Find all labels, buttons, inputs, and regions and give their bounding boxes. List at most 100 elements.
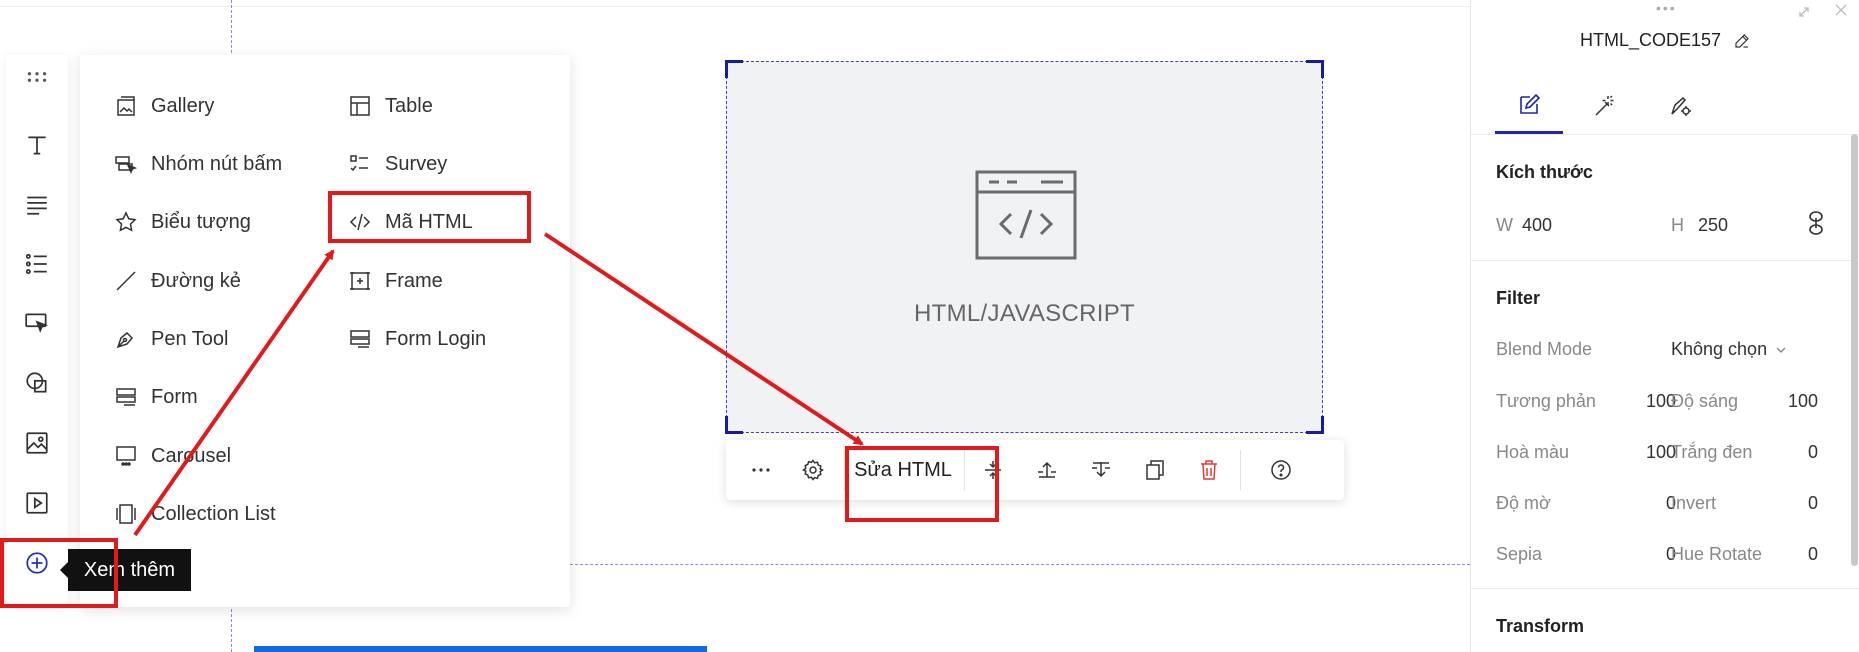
contrast-input[interactable]: 100 bbox=[1636, 391, 1676, 412]
menu-item-carousel[interactable]: Carousel bbox=[114, 439, 231, 473]
hue-rotate-input[interactable]: 0 bbox=[1778, 544, 1818, 565]
help-icon[interactable] bbox=[1258, 440, 1304, 500]
saturate-input[interactable]: 100 bbox=[1636, 442, 1676, 463]
highlight-edit-html bbox=[845, 446, 999, 522]
contrast-label: Tương phản bbox=[1496, 391, 1596, 411]
panel-scrollbar[interactable] bbox=[1851, 134, 1858, 566]
resize-handle-top-left[interactable] bbox=[725, 60, 743, 78]
tab-design[interactable] bbox=[1495, 78, 1563, 134]
magic-wand-icon bbox=[1595, 95, 1614, 116]
shape-tool-icon[interactable] bbox=[6, 361, 68, 405]
menu-item-pen-tool[interactable]: Pen Tool bbox=[114, 322, 228, 356]
html-element[interactable]: HTML/JAVASCRIPT bbox=[725, 60, 1324, 434]
table-icon bbox=[350, 96, 370, 116]
blend-mode-value: Không chọn bbox=[1671, 339, 1768, 359]
delete-trash-icon[interactable] bbox=[1186, 440, 1232, 500]
frame-icon bbox=[350, 272, 370, 290]
sepia-label: Sepia bbox=[1496, 544, 1543, 564]
form-icon bbox=[116, 388, 136, 406]
star-icon bbox=[115, 211, 137, 232]
width-label: W bbox=[1496, 215, 1513, 235]
blend-mode-select[interactable]: Không chọn bbox=[1671, 339, 1787, 360]
properties-panel: ••• HTML_CODE157 Kích thước W 400 H 250 … bbox=[1470, 0, 1859, 652]
brightness-input[interactable]: 100 bbox=[1778, 391, 1818, 412]
width-input[interactable]: 400 bbox=[1522, 215, 1552, 236]
canvas-blue-element[interactable] bbox=[254, 646, 707, 652]
code-window-icon bbox=[975, 170, 1077, 260]
saturate-label: Hoà màu bbox=[1496, 442, 1570, 462]
element-name: HTML_CODE157 bbox=[1579, 30, 1722, 50]
button-group-icon bbox=[115, 156, 138, 175]
canvas-guide-horizontal bbox=[540, 564, 1470, 565]
highlight-html-code-item bbox=[328, 191, 531, 243]
more-options-icon[interactable] bbox=[738, 440, 784, 500]
panel-drag-dots-icon[interactable]: ••• bbox=[1656, 1, 1677, 15]
button-tool-icon[interactable] bbox=[6, 301, 68, 345]
pen-tool-icon bbox=[116, 331, 134, 349]
survey-icon bbox=[350, 155, 368, 172]
video-tool-icon[interactable] bbox=[6, 481, 68, 525]
tab-advanced[interactable] bbox=[1647, 78, 1715, 134]
list-tool-icon[interactable] bbox=[6, 242, 68, 286]
more-elements-menu: Gallery Nhóm nút bấm Biểu tượng Đường kẻ… bbox=[80, 55, 570, 607]
invert-label: Invert bbox=[1671, 493, 1717, 513]
carousel-icon bbox=[116, 446, 136, 466]
panel-window-controls-icon[interactable] bbox=[1796, 2, 1856, 20]
link-ratio-icon[interactable] bbox=[1805, 210, 1827, 236]
html-element-label: HTML/JAVASCRIPT bbox=[914, 300, 1135, 327]
menu-item-survey[interactable]: Survey bbox=[348, 147, 447, 181]
settings-pen-icon bbox=[1671, 96, 1691, 116]
panel-divider bbox=[1471, 588, 1859, 589]
grayscale-input[interactable]: 0 bbox=[1778, 442, 1818, 463]
left-toolbar bbox=[6, 55, 68, 605]
menu-item-collection-list[interactable]: Collection List bbox=[114, 497, 276, 531]
menu-item-gallery[interactable]: Gallery bbox=[114, 89, 214, 123]
blur-label: Độ mờ bbox=[1496, 493, 1551, 513]
hue-rotate-label: Hue Rotate bbox=[1671, 544, 1763, 564]
blend-mode-label: Blend Mode bbox=[1496, 339, 1593, 359]
resize-handle-bottom-right[interactable] bbox=[1306, 416, 1324, 434]
form-login-icon bbox=[350, 330, 370, 348]
align-bottom-icon[interactable] bbox=[1078, 440, 1124, 500]
highlight-add-more bbox=[0, 538, 118, 608]
duplicate-icon[interactable] bbox=[1132, 440, 1178, 500]
paragraph-tool-icon[interactable] bbox=[6, 182, 68, 226]
rename-pencil-icon[interactable] bbox=[1733, 32, 1751, 50]
menu-item-form-login[interactable]: Form Login bbox=[348, 322, 486, 356]
panel-divider bbox=[1471, 260, 1859, 261]
resize-handle-top-right[interactable] bbox=[1306, 60, 1324, 78]
menu-item-table[interactable]: Table bbox=[348, 89, 433, 123]
height-input[interactable]: 250 bbox=[1698, 215, 1728, 236]
settings-gear-icon[interactable] bbox=[790, 440, 836, 500]
menu-item-icon[interactable]: Biểu tượng bbox=[114, 205, 251, 239]
chevron-down-icon bbox=[1776, 347, 1786, 353]
menu-item-frame[interactable]: Frame bbox=[348, 264, 443, 298]
menu-item-button-group[interactable]: Nhóm nút bấm bbox=[114, 147, 282, 181]
sepia-input[interactable]: 0 bbox=[1636, 544, 1676, 565]
invert-input[interactable]: 0 bbox=[1778, 493, 1818, 514]
size-section-title: Kích thước bbox=[1496, 162, 1593, 182]
resize-handle-bottom-left[interactable] bbox=[725, 416, 743, 434]
menu-item-line[interactable]: Đường kẻ bbox=[114, 264, 241, 298]
transform-section-title: Transform bbox=[1496, 616, 1585, 636]
menu-item-form[interactable]: Form bbox=[114, 380, 198, 414]
context-separator bbox=[1240, 450, 1241, 490]
line-icon bbox=[116, 271, 136, 291]
gallery-icon bbox=[117, 96, 135, 116]
panel-header: HTML_CODE157 bbox=[1471, 30, 1859, 51]
height-label: H bbox=[1671, 215, 1684, 235]
panel-divider bbox=[1471, 134, 1859, 135]
text-tool-icon[interactable] bbox=[6, 123, 68, 167]
brightness-label: Độ sáng bbox=[1671, 391, 1739, 411]
filter-section-title: Filter bbox=[1496, 288, 1541, 308]
top-divider bbox=[0, 6, 1470, 7]
element-context-toolbar: Sửa HTML bbox=[726, 440, 1344, 500]
drag-handle-icon[interactable] bbox=[6, 55, 68, 99]
edit-square-icon bbox=[1520, 93, 1541, 114]
tab-effects[interactable] bbox=[1571, 78, 1639, 134]
align-top-icon[interactable] bbox=[1024, 440, 1070, 500]
image-tool-icon[interactable] bbox=[6, 421, 68, 465]
grayscale-label: Trắng đen bbox=[1671, 442, 1753, 462]
collection-list-icon bbox=[116, 504, 136, 524]
blur-input[interactable]: 0 bbox=[1636, 493, 1676, 514]
